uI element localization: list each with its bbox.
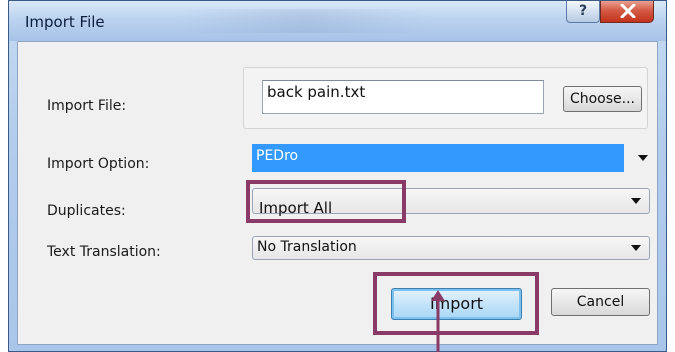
text-translation-select[interactable]: No Translation [252, 236, 650, 260]
window-title: Import File [25, 13, 105, 31]
title-bar-background-blur [179, 9, 429, 33]
import-option-selection-fill [252, 144, 624, 172]
chevron-down-icon [631, 198, 641, 204]
help-button[interactable]: ? [566, 1, 600, 23]
import-highlight-box [373, 272, 539, 335]
import-file-input[interactable]: back pain.txt [262, 80, 544, 114]
help-icon: ? [578, 3, 588, 19]
chevron-down-icon [631, 245, 641, 251]
close-icon [620, 4, 636, 18]
text-translation-label: Text Translation: [47, 244, 161, 260]
choose-file-button[interactable]: Choose... [563, 86, 642, 112]
title-bar[interactable]: Import File ? [9, 1, 666, 41]
import-option-value: PEDro [256, 148, 299, 164]
close-button[interactable] [600, 1, 654, 23]
import-file-dialog: Import File ? Import File: back pain.txt… [8, 0, 667, 352]
import-file-label: Import File: [47, 98, 127, 114]
cancel-button[interactable]: Cancel [551, 288, 650, 316]
import-option-label: Import Option: [47, 156, 150, 172]
duplicates-label: Duplicates: [47, 203, 126, 219]
text-translation-value: No Translation [257, 239, 357, 255]
import-option-select[interactable]: PEDro [252, 144, 650, 172]
up-arrow-icon [431, 290, 445, 352]
chevron-down-icon [638, 155, 648, 161]
duplicates-highlight-box [246, 180, 406, 223]
dialog-content: Import File: back pain.txt Choose... Imp… [17, 41, 658, 345]
